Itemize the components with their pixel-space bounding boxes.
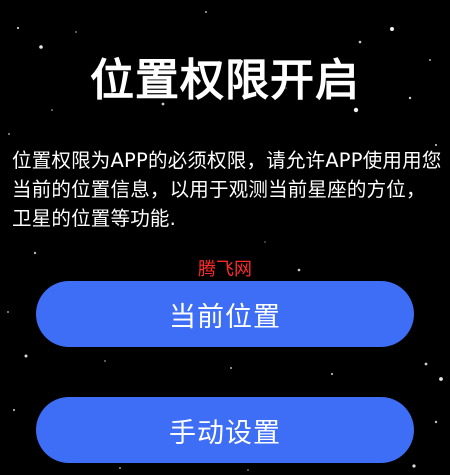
permission-description: 位置权限为APP的必须权限，请允许APP使用用您当前的位置信息，以用于观测当前星…: [12, 149, 442, 230]
watermark-text: 腾飞网: [198, 259, 252, 280]
manual-setup-button[interactable]: 手动设置: [36, 397, 414, 463]
page-title: 位置权限开启: [90, 55, 360, 106]
current-location-button[interactable]: 当前位置: [36, 281, 414, 347]
